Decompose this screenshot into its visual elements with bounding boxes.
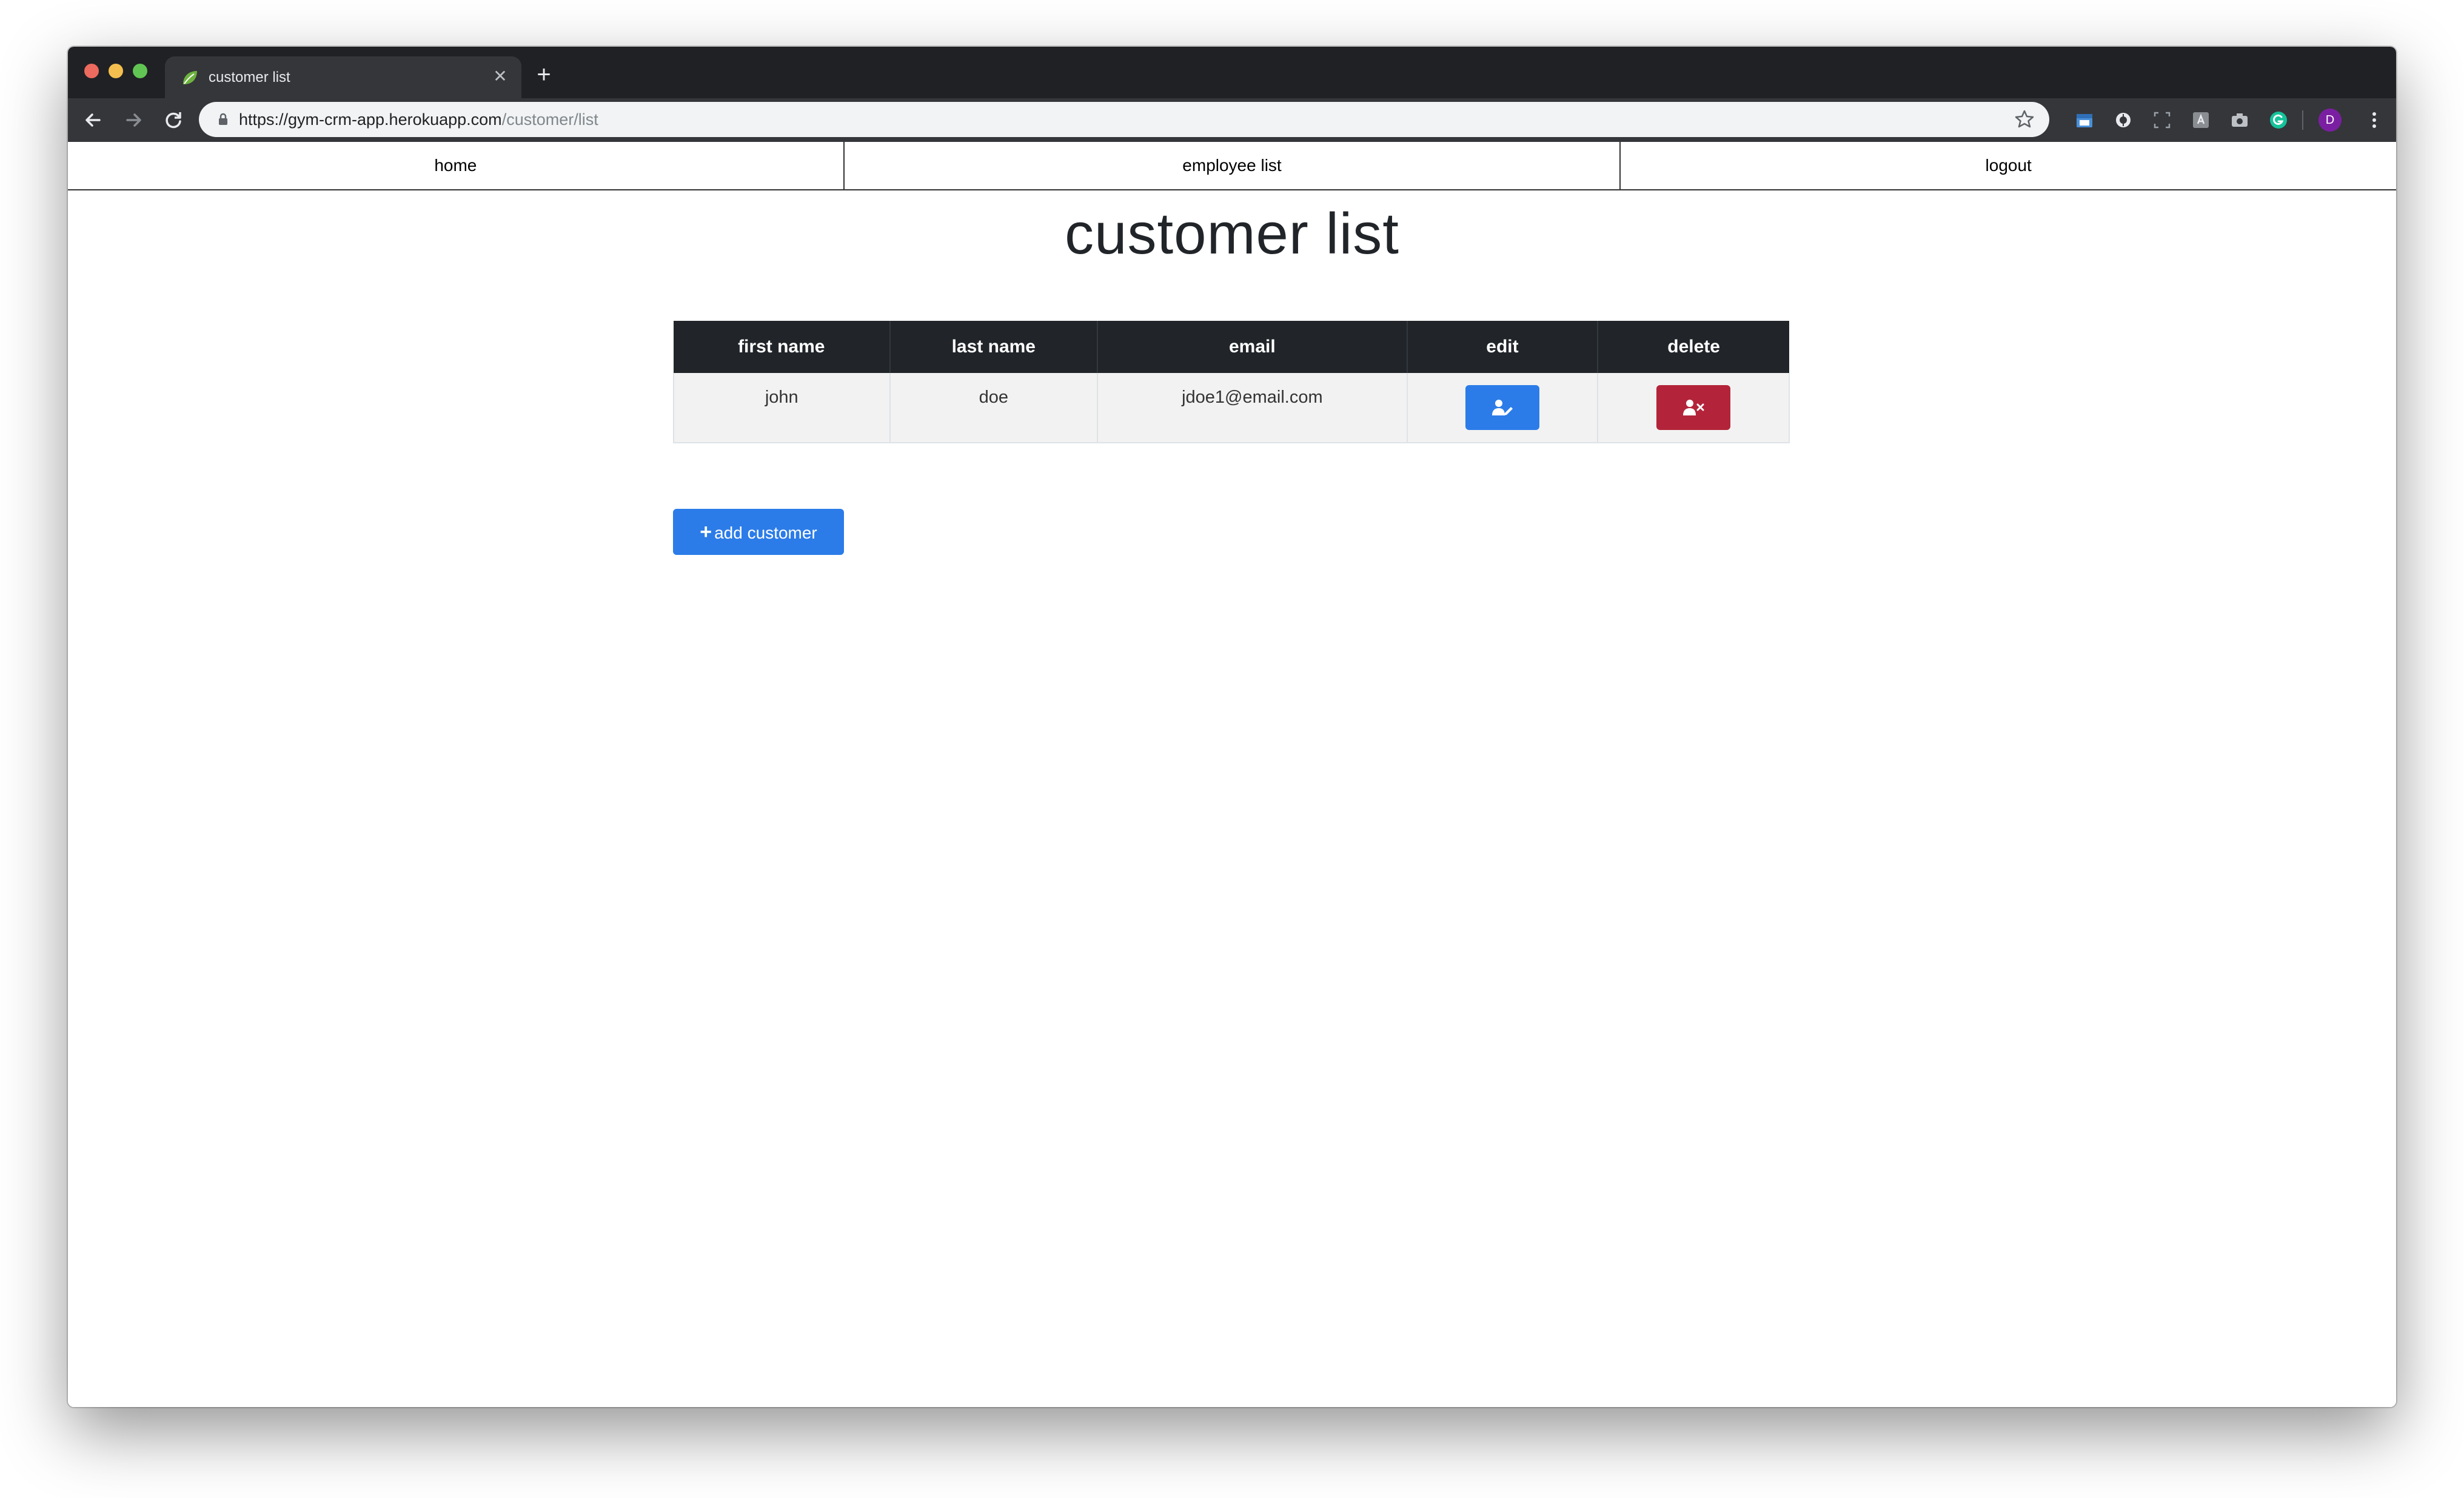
close-tab-icon[interactable]: ✕ (490, 66, 511, 87)
delete-customer-button[interactable] (1656, 385, 1731, 430)
cell-first-name: john (673, 373, 891, 443)
user-remove-icon (1683, 400, 1704, 415)
tab-strip: customer list ✕ + (68, 47, 2396, 98)
cell-last-name: doe (889, 373, 1099, 443)
edit-customer-button[interactable] (1465, 385, 1539, 430)
extension-screenshot-icon[interactable] (2152, 110, 2172, 130)
header-first-name: first name (674, 321, 891, 373)
email-text: jdoe1@email.com (1182, 388, 1323, 407)
tab-title: customer list (209, 69, 290, 86)
minimize-window-button[interactable] (109, 64, 123, 78)
table-row: john doe jdoe1@email.com (673, 373, 1790, 443)
last-name-text: doe (979, 388, 1008, 407)
header-last-name: last name (889, 321, 1099, 373)
extension-calendar-icon[interactable] (2075, 110, 2094, 130)
cell-email: jdoe1@email.com (1097, 373, 1408, 443)
more-menu-icon[interactable] (2362, 108, 2386, 132)
address-bar[interactable]: https://gym-crm-app.herokuapp.com/custom… (199, 102, 2049, 137)
reload-icon (166, 112, 181, 129)
zoom-window-button[interactable] (133, 64, 147, 78)
nav-home-link[interactable]: home (68, 142, 845, 189)
customer-table: first name last name email edit delete j… (673, 321, 1790, 443)
first-name-text: john (765, 388, 798, 407)
spring-leaf-icon (183, 71, 197, 84)
extension-grammarly-icon[interactable] (2269, 110, 2288, 130)
nav-logout-link[interactable]: logout (1621, 142, 2396, 189)
extension-circle-icon[interactable] (2114, 110, 2133, 130)
cell-delete (1598, 373, 1790, 443)
browser-tab[interactable]: customer list ✕ (165, 56, 521, 98)
url-host: https://gym-crm-app.herokuapp.com (239, 110, 502, 129)
header-edit: edit (1407, 321, 1599, 373)
header-delete: delete (1598, 321, 1789, 373)
nav-employee-list-link[interactable]: employee list (845, 142, 1621, 189)
extension-camera-icon[interactable] (2230, 110, 2249, 130)
header-email: email (1097, 321, 1408, 373)
page-content: home employee list logout customer list … (68, 142, 2396, 1407)
arrow-left-icon (85, 113, 101, 127)
page-title: customer list (1065, 201, 1399, 266)
top-nav: home employee list logout (68, 142, 2396, 190)
user-edit-icon (1491, 400, 1513, 415)
extension-translate-icon[interactable] (2191, 110, 2211, 130)
close-window-button[interactable] (84, 64, 99, 78)
toolbar-separator (2302, 110, 2303, 130)
reload-button[interactable] (159, 106, 188, 135)
browser-toolbar: https://gym-crm-app.herokuapp.com/custom… (68, 98, 2396, 142)
forward-button[interactable] (119, 106, 148, 135)
add-customer-button[interactable]: + add customer (673, 509, 844, 555)
url-text: https://gym-crm-app.herokuapp.com/custom… (239, 109, 598, 130)
bookmark-star-icon[interactable] (2013, 108, 2036, 131)
table-header-row: first name last name email edit delete (674, 321, 1789, 373)
cell-edit (1407, 373, 1599, 443)
lock-icon (219, 113, 227, 125)
back-button[interactable] (79, 106, 108, 135)
browser-window: customer list ✕ + https://gym-crm-app.he… (68, 47, 2396, 1407)
new-tab-button[interactable]: + (532, 62, 556, 87)
arrow-right-icon (126, 113, 141, 127)
profile-avatar[interactable]: D (2318, 109, 2342, 132)
plus-icon: + (700, 520, 712, 543)
url-path: /customer/list (501, 110, 598, 129)
add-customer-label: add customer (714, 523, 817, 542)
